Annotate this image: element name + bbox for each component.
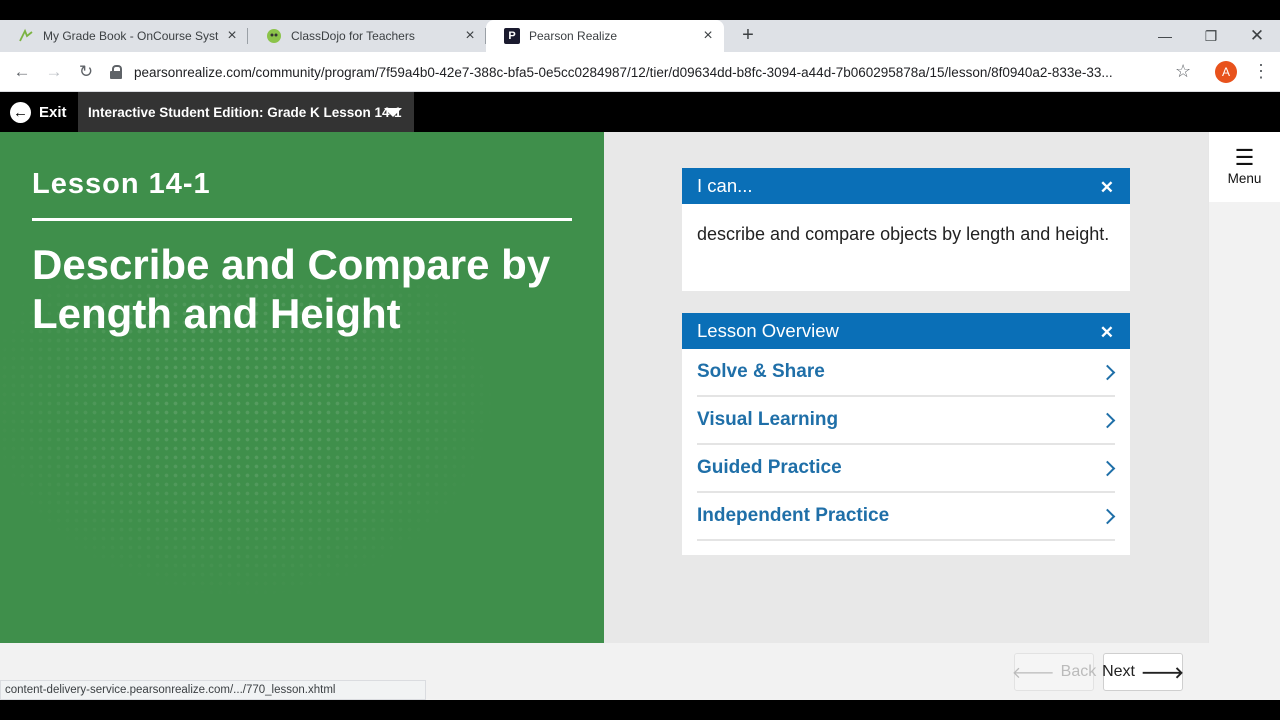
lesson-number: Lesson 14-1 bbox=[32, 168, 211, 200]
tab-title: ClassDojo for Teachers bbox=[291, 29, 415, 43]
minimize-icon[interactable]: — bbox=[1142, 20, 1188, 52]
bookmark-star-icon[interactable]: ☆ bbox=[1175, 61, 1191, 82]
edition-dropdown[interactable]: Interactive Student Edition: Grade K Les… bbox=[78, 92, 414, 132]
url-text: pearsonrealize.com/community/program/7f5… bbox=[134, 64, 1113, 80]
back-label: Back bbox=[1060, 663, 1097, 680]
app-header: ← Exit Interactive Student Edition: Grad… bbox=[0, 92, 1280, 132]
chevron-right-icon bbox=[1099, 364, 1116, 381]
tab-classdojo[interactable]: ClassDojo for Teachers × bbox=[248, 20, 486, 52]
classdojo-favicon bbox=[266, 28, 282, 44]
exit-button[interactable]: ← Exit bbox=[10, 101, 67, 123]
arrow-right-icon: 🡒 bbox=[1141, 664, 1184, 682]
screen: My Grade Book - OnCourse Syst × ClassDoj… bbox=[0, 0, 1280, 720]
overview-item-label: Solve & Share bbox=[697, 361, 825, 382]
back-button[interactable]: 🡐 Back bbox=[1011, 653, 1097, 691]
lesson-content: Lesson 14-1 Describe and Compare by Leng… bbox=[0, 132, 1280, 700]
menu-label: Menu bbox=[1227, 171, 1262, 186]
overview-item-label: Guided Practice bbox=[697, 457, 842, 478]
restore-icon[interactable]: ❐ bbox=[1188, 20, 1234, 52]
chevron-right-icon bbox=[1099, 460, 1116, 477]
address-bar[interactable]: pearsonrealize.com/community/program/7f5… bbox=[110, 57, 1200, 87]
chevron-right-icon bbox=[1099, 412, 1116, 429]
divider bbox=[32, 218, 572, 221]
hamburger-icon: ☰ bbox=[1234, 145, 1255, 170]
arrow-left-icon: 🡐 bbox=[1011, 664, 1055, 682]
arrow-left-circle-icon: ← bbox=[10, 101, 31, 123]
menu-button[interactable]: ☰ Menu bbox=[1209, 132, 1280, 202]
lesson-overview-heading: Lesson Overview bbox=[697, 320, 839, 341]
tab-grade-book[interactable]: My Grade Book - OnCourse Syst × bbox=[0, 20, 248, 52]
overview-item-label: Independent Practice bbox=[697, 505, 890, 526]
lesson-title: Describe and Compare by Length and Heigh… bbox=[32, 241, 551, 337]
lesson-overview-card: Lesson Overview ✕ Solve & Share Visual L… bbox=[682, 313, 1130, 555]
close-window-icon[interactable]: ✕ bbox=[1234, 20, 1280, 52]
profile-avatar[interactable]: A bbox=[1215, 61, 1237, 83]
overview-item-visual-learning[interactable]: Visual Learning bbox=[697, 397, 1116, 445]
tab-pearson-realize[interactable]: P Pearson Realize × bbox=[486, 20, 724, 52]
back-arrow-icon[interactable]: ← bbox=[10, 60, 34, 84]
next-button[interactable]: Next 🡒 bbox=[1102, 653, 1184, 691]
i-can-text: describe and compare objects by length a… bbox=[697, 224, 1110, 244]
close-tab-icon[interactable]: × bbox=[460, 27, 480, 45]
close-tab-icon[interactable]: × bbox=[222, 27, 242, 45]
browser-toolbar: ← → ↻ pearsonrealize.com/community/progr… bbox=[0, 52, 1280, 92]
close-icon[interactable]: ✕ bbox=[1100, 323, 1114, 343]
overview-item-guided-practice[interactable]: Guided Practice bbox=[697, 445, 1116, 493]
forward-arrow-icon[interactable]: → bbox=[42, 60, 66, 84]
next-label: Next bbox=[1102, 663, 1135, 680]
browser-menu-icon[interactable]: ⋮ bbox=[1252, 61, 1270, 82]
i-can-heading: I can... bbox=[697, 175, 753, 196]
link-status-bar: content-delivery-service.pearsonrealize.… bbox=[0, 680, 426, 700]
reload-icon[interactable]: ↻ bbox=[74, 60, 98, 84]
exit-label: Exit bbox=[39, 103, 67, 121]
lock-icon bbox=[110, 65, 122, 79]
caret-down-icon bbox=[384, 108, 402, 117]
close-icon[interactable]: ✕ bbox=[1100, 178, 1114, 198]
chevron-right-icon bbox=[1099, 508, 1116, 525]
i-can-card: I can... ✕ describe and compare objects … bbox=[682, 168, 1130, 291]
overview-item-label: Visual Learning bbox=[697, 409, 839, 430]
tab-title: Pearson Realize bbox=[529, 29, 618, 43]
pearson-favicon: P bbox=[504, 28, 520, 44]
lesson-overview-header: Lesson Overview ✕ bbox=[682, 313, 1130, 349]
overview-item-solve-share[interactable]: Solve & Share bbox=[697, 349, 1116, 397]
tab-title: My Grade Book - OnCourse Syst bbox=[43, 29, 219, 43]
side-menu-rail: ☰ Menu bbox=[1209, 132, 1280, 700]
new-tab-icon[interactable]: + bbox=[737, 24, 759, 47]
edition-label: Interactive Student Edition: Grade K Les… bbox=[88, 104, 402, 120]
i-can-header: I can... ✕ bbox=[682, 168, 1130, 204]
oncourse-favicon bbox=[18, 28, 34, 44]
browser-tabstrip: My Grade Book - OnCourse Syst × ClassDoj… bbox=[0, 20, 1280, 52]
overview-item-independent-practice[interactable]: Independent Practice bbox=[697, 493, 1116, 541]
lesson-title-panel: Lesson 14-1 Describe and Compare by Leng… bbox=[0, 132, 604, 643]
close-tab-icon[interactable]: × bbox=[698, 27, 718, 45]
